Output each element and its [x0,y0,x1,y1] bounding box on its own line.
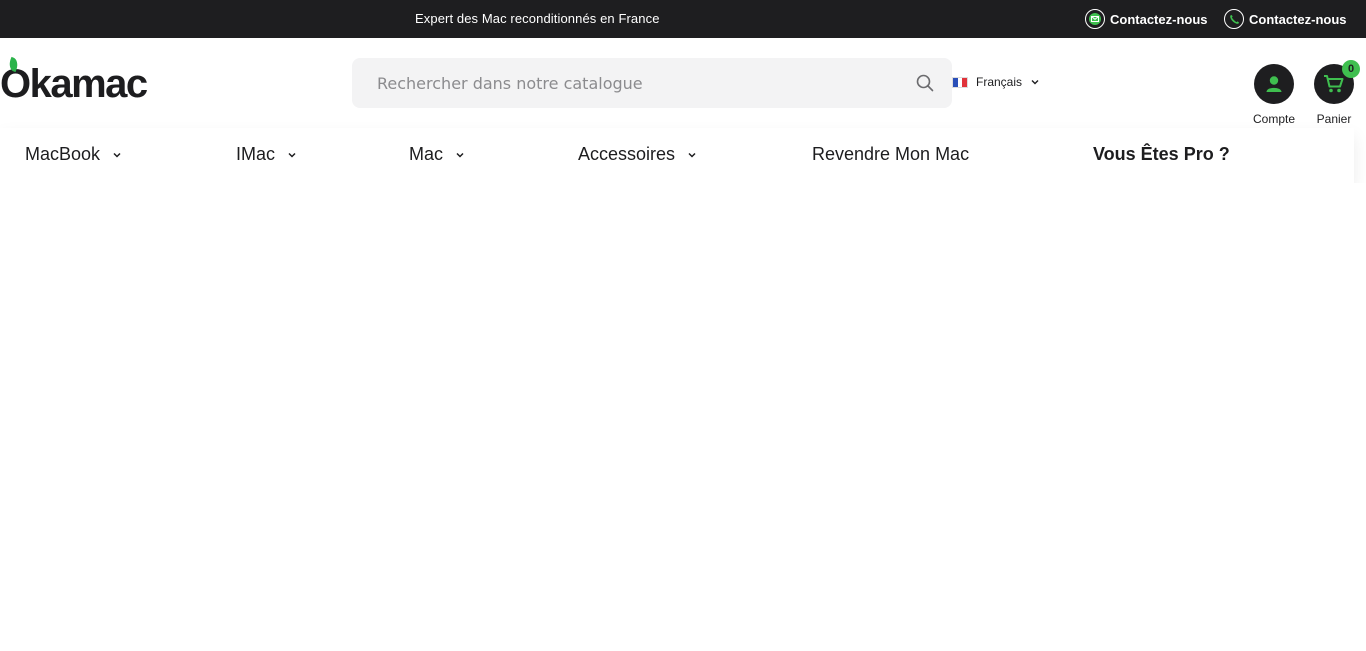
nav-item-mac[interactable]: Mac [409,144,465,165]
cart-label: Panier [1316,112,1352,126]
account-button[interactable]: Compte [1244,64,1304,126]
language-selector[interactable]: Français [952,75,1040,89]
france-flag-icon [952,76,968,88]
nav-item-accessoires[interactable]: Accessoires [578,144,697,165]
chevron-down-icon [113,152,121,158]
page-content-area [0,183,1366,651]
mail-icon [1085,9,1105,29]
nav-item-revendre[interactable]: Revendre Mon Mac [812,144,969,165]
chevron-down-icon [288,152,296,158]
chevron-down-icon [688,152,696,158]
search-input[interactable] [352,58,912,108]
contact-phone-link[interactable]: Contactez-nous [1224,9,1347,29]
nav-item-label: MacBook [25,144,101,164]
site-header: Okamac Français Compte 0 Panier [0,38,1366,128]
contact-email-label: Contactez-nous [1110,11,1208,27]
search-bar [352,58,952,108]
phone-icon [1224,9,1244,29]
main-navigation: MacBook IMac Mac Accessoires Revendre Mo… [0,128,1354,183]
cart-icon: 0 [1314,60,1360,104]
logo-text: Okamac [0,62,148,106]
nav-item-label: Vous Êtes Pro ? [1093,144,1230,164]
nav-item-macbook[interactable]: MacBook [25,144,122,165]
announcement-text: Expert des Mac reconditionnés en France [415,11,660,26]
account-label: Compte [1252,112,1296,126]
contact-phone-label: Contactez-nous [1249,11,1347,27]
user-icon [1254,64,1294,104]
language-label: Français [976,75,1023,89]
nav-item-label: Mac [409,144,444,164]
chevron-down-icon [456,152,464,158]
chevron-down-icon [1031,80,1039,85]
nav-item-imac[interactable]: IMac [236,144,297,165]
nav-item-label: IMac [236,144,276,164]
cart-button[interactable]: 0 Panier [1304,60,1364,126]
nav-item-pro[interactable]: Vous Êtes Pro ? [1093,144,1230,165]
cart-count-badge: 0 [1342,60,1360,78]
top-announcement-bar: Expert des Mac reconditionnés en France … [0,0,1366,38]
site-logo[interactable]: Okamac [0,56,148,108]
nav-item-label: Accessoires [578,144,676,164]
contact-email-link[interactable]: Contactez-nous [1085,9,1208,29]
search-icon[interactable] [916,74,934,92]
nav-item-label: Revendre Mon Mac [812,144,970,164]
